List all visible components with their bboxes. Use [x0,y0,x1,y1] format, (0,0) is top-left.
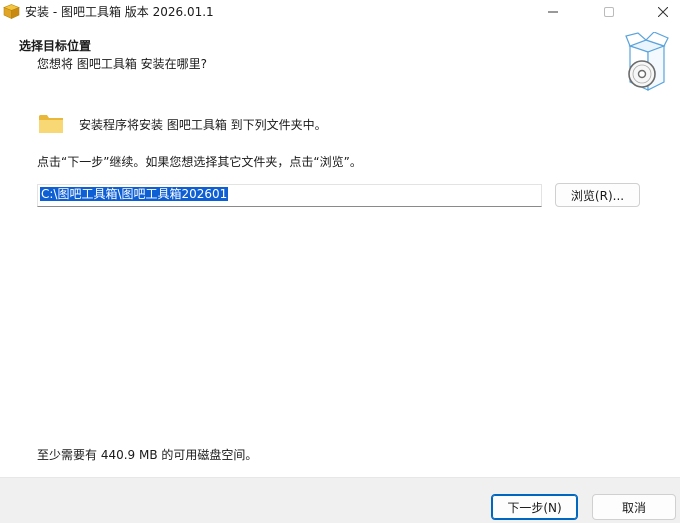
install-path-input[interactable]: C:\图吧工具箱\图吧工具箱202601 [37,184,542,207]
instruction-text: 点击“下一步”继续。如果您想选择其它文件夹，点击“浏览”。 [37,155,362,169]
installer-box-icon [3,4,20,19]
window-title: 安装 - 图吧工具箱 版本 2026.01.1 [25,5,214,19]
cancel-button[interactable]: 取消 [592,494,676,520]
title-bar[interactable]: 安装 - 图吧工具箱 版本 2026.01.1 [0,0,680,24]
minimize-button[interactable] [530,0,576,24]
maximize-icon [604,7,614,17]
box-with-disc-icon [624,31,670,94]
install-path-value: C:\图吧工具箱\图吧工具箱202601 [40,187,229,201]
wizard-header: 选择目标位置 您想将 图吧工具箱 安装在哪里? [0,24,680,96]
minimize-icon [548,11,558,13]
intro-text: 安装程序将安装 图吧工具箱 到下列文件夹中。 [79,118,327,132]
close-icon [658,7,668,17]
next-button[interactable]: 下一步(N) [491,494,578,520]
page-subtitle: 您想将 图吧工具箱 安装在哪里? [37,57,207,71]
folder-icon [38,113,64,135]
close-button[interactable] [640,0,680,24]
maximize-button[interactable] [586,0,632,24]
disk-space-text: 至少需要有 440.9 MB 的可用磁盘空间。 [37,448,258,462]
wizard-footer [0,478,680,523]
page-title: 选择目标位置 [19,39,92,53]
browse-button[interactable]: 浏览(R)... [555,183,640,207]
installer-window: 安装 - 图吧工具箱 版本 2026.01.1 选择目标位置 您想将 图吧工具箱… [0,0,680,523]
